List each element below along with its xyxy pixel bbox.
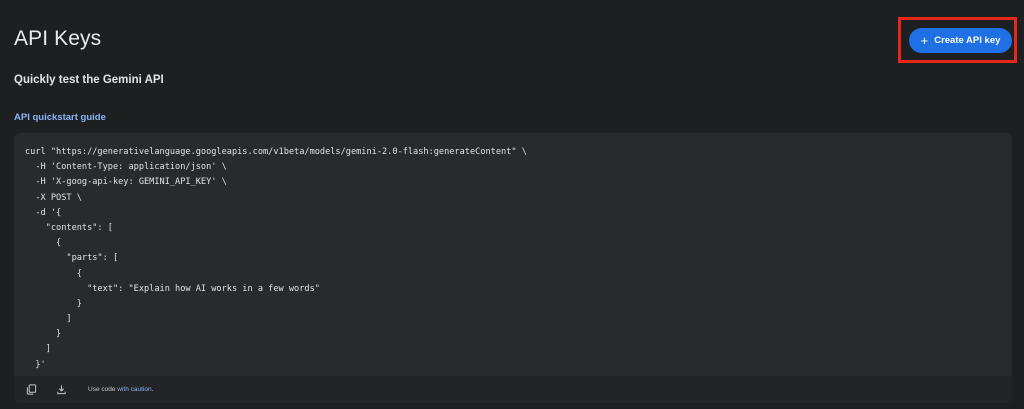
api-quickstart-guide-link[interactable]: API quickstart guide — [14, 112, 106, 123]
code-line: "contents": [ — [25, 222, 113, 233]
copy-code-button[interactable] — [18, 377, 44, 403]
code-line: curl "https://generativelanguage.googlea… — [25, 147, 527, 157]
caution-suffix: . — [151, 386, 154, 393]
code-line: -d '{ — [25, 207, 62, 218]
code-line: "parts": [ — [25, 253, 119, 264]
code-line: { — [25, 268, 82, 279]
code-line: { — [25, 238, 62, 249]
create-api-key-button[interactable]: + Create API key — [909, 28, 1012, 53]
code-line: "text": "Explain how AI works in a few w… — [25, 283, 320, 294]
code-line: } — [25, 298, 82, 309]
plus-icon: + — [920, 32, 929, 48]
code-footer: Use code with caution. — [14, 376, 1012, 403]
create-api-key-label: Create API key — [934, 35, 1001, 46]
caution-link[interactable]: with caution — [117, 386, 151, 393]
code-line: }' — [25, 359, 46, 370]
code-line: ] — [25, 314, 72, 325]
download-code-button[interactable] — [48, 377, 74, 403]
caution-prefix: Use code — [88, 386, 118, 393]
code-caution-note: Use code with caution. — [88, 386, 153, 393]
code-line: -H 'Content-Type: application/json' \ — [25, 162, 227, 173]
copy-icon — [26, 384, 36, 395]
api-keys-page: API Keys + Create API key Quickly test t… — [0, 0, 1024, 409]
page-title: API Keys — [14, 27, 102, 50]
code-line: -H 'X-goog-api-key: GEMINI_API_KEY' \ — [25, 177, 227, 188]
code-snippet-card: curl "https://generativelanguage.googlea… — [14, 133, 1012, 403]
section-subheading: Quickly test the Gemini API — [14, 74, 164, 86]
code-line: -X POST \ — [25, 192, 82, 203]
code-block[interactable]: curl "https://generativelanguage.googlea… — [14, 133, 1012, 373]
download-icon — [56, 385, 66, 395]
code-line: } — [25, 329, 62, 340]
code-line: ] — [25, 344, 51, 355]
